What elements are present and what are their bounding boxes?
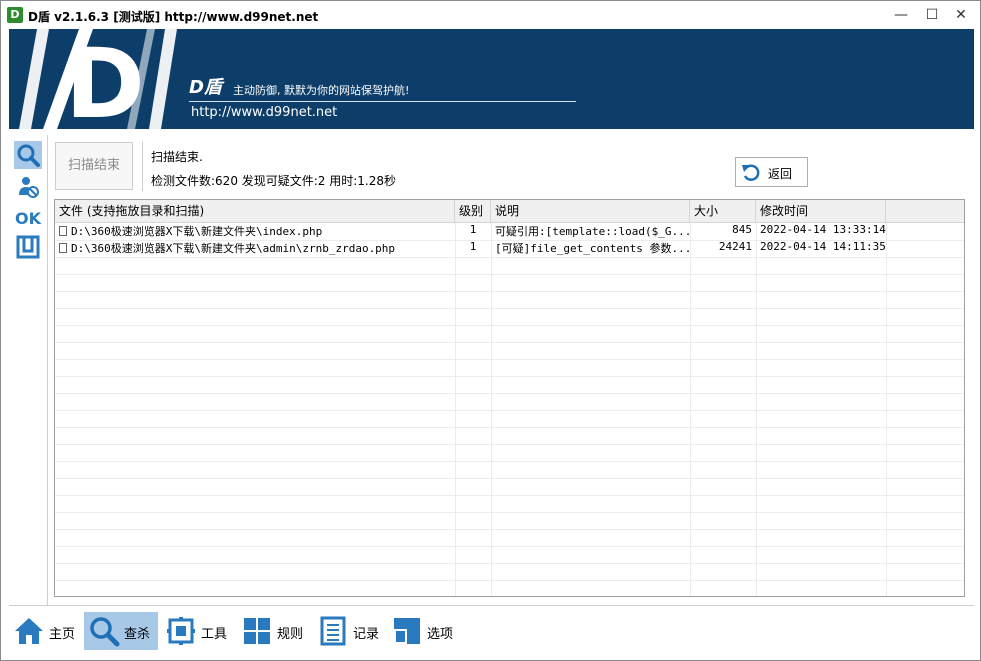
side-scan-button[interactable] [14, 141, 42, 169]
user-shield-icon [19, 177, 39, 198]
empty-table-row [55, 410, 964, 428]
nav-tools-label: 工具 [201, 627, 228, 642]
empty-table-row [55, 274, 964, 292]
empty-table-row [55, 444, 964, 462]
empty-table-row [55, 291, 964, 309]
window-title: D盾 v2.1.6.3 [测试版] http://www.d99net.net [28, 10, 319, 24]
cell-desc: 可疑引用:[template::load($_G... [495, 225, 690, 238]
nav-rules[interactable]: 规则 [237, 612, 307, 650]
close-button[interactable]: ✕ [946, 1, 976, 29]
table-row[interactable]: D:\360极速浏览器X下载\新建文件夹\index.php 1 可疑引用:[t… [55, 223, 964, 241]
table-body: D:\360极速浏览器X下载\新建文件夹\index.php 1 可疑引用:[t… [55, 223, 964, 596]
column-header-level[interactable]: 级别 [455, 200, 491, 222]
nav-options[interactable]: 选项 [387, 612, 459, 650]
cell-size: 845 [732, 223, 752, 236]
results-table[interactable]: 文件 (支持拖放目录和扫描) 级别 说明 大小 修改时间 D:\360极速浏览器… [54, 199, 965, 597]
empty-table-row [55, 359, 964, 377]
title-bar: D D盾 v2.1.6.3 [测试版] http://www.d99net.ne… [1, 1, 980, 29]
header-banner: D D盾 主动防御, 默默为你的网站保驾护航! http://www.d99ne… [9, 29, 974, 129]
cell-mtime: 2022-04-14 13:33:14 [760, 223, 886, 236]
file-icon [59, 243, 67, 253]
empty-table-row [55, 376, 964, 394]
back-button[interactable]: 返回 [735, 157, 808, 187]
window-icon [16, 235, 40, 259]
undo-icon [742, 164, 760, 181]
cell-mtime: 2022-04-14 14:11:35 [760, 240, 886, 253]
side-webshell-button[interactable] [14, 173, 42, 201]
empty-table-row [55, 342, 964, 360]
bottom-divider [9, 605, 974, 606]
side-ok-button[interactable]: OK [14, 203, 42, 231]
column-header-size[interactable]: 大小 [690, 200, 756, 222]
file-path: D:\360极速浏览器X下载\新建文件夹\index.php [71, 225, 323, 238]
nav-options-label: 选项 [427, 627, 454, 642]
empty-table-row [55, 427, 964, 445]
empty-table-row [55, 512, 964, 530]
file-path: D:\360极速浏览器X下载\新建文件夹\admin\zrnb_zrdao.ph… [71, 242, 396, 255]
scan-stats: 检测文件数:620 发现可疑文件:2 用时:1.28秒 [151, 174, 397, 188]
cell-level: 1 [469, 240, 477, 253]
column-header-file[interactable]: 文件 (支持拖放目录和扫描) [55, 200, 455, 222]
empty-table-row [55, 325, 964, 343]
nav-rules-label: 规则 [277, 627, 304, 642]
cell-level: 1 [469, 223, 477, 236]
empty-table-row [55, 580, 964, 596]
table-header: 文件 (支持拖放目录和扫描) 级别 说明 大小 修改时间 [55, 200, 964, 223]
empty-table-row [55, 529, 964, 547]
column-header-desc[interactable]: 说明 [491, 200, 690, 222]
empty-table-row [55, 257, 964, 275]
empty-table-row [55, 495, 964, 513]
search-icon [90, 617, 120, 647]
nav-scan-label: 查杀 [124, 627, 151, 642]
cell-file: D:\360极速浏览器X下载\新建文件夹\admin\zrnb_zrdao.ph… [55, 240, 455, 257]
brand-slogan: 主动防御, 默默为你的网站保驾护航! [233, 84, 410, 97]
nav-scan[interactable]: 查杀 [84, 612, 158, 650]
nav-log[interactable]: 记录 [313, 612, 383, 650]
ok-icon: OK [15, 209, 42, 228]
empty-table-row [55, 563, 964, 581]
app-window: D D盾 v2.1.6.3 [测试版] http://www.d99net.ne… [0, 0, 981, 661]
options-icon [394, 618, 420, 644]
nav-home-label: 主页 [49, 627, 76, 642]
nav-tools[interactable]: 工具 [161, 612, 231, 650]
cell-size: 24241 [718, 240, 752, 253]
back-button-label: 返回 [768, 167, 793, 181]
scan-button[interactable]: 扫描结束 [55, 142, 133, 190]
brand-name: D盾 [189, 77, 222, 98]
minimize-button[interactable]: — [886, 1, 916, 29]
file-icon [59, 226, 67, 236]
side-toolbar: OK [9, 135, 48, 605]
scan-status: 扫描结束. [151, 150, 203, 164]
banner-logo-graphic: D [19, 29, 177, 129]
nav-home[interactable]: 主页 [9, 612, 77, 650]
empty-table-row [55, 461, 964, 479]
side-window-button[interactable] [14, 233, 42, 261]
banner-divider [189, 101, 576, 102]
banner-url[interactable]: http://www.d99net.net [191, 105, 337, 120]
column-header-mtime[interactable]: 修改时间 [756, 200, 886, 222]
grid-icon [244, 618, 270, 644]
log-icon [320, 616, 346, 646]
home-icon [15, 618, 43, 644]
empty-table-row [55, 546, 964, 564]
nav-log-label: 记录 [353, 627, 380, 642]
banner-logo-letter: D [65, 29, 145, 129]
vertical-divider [142, 141, 143, 191]
empty-table-row [55, 393, 964, 411]
app-logo-icon: D [7, 7, 23, 23]
cell-desc: [可疑]file_get_contents 参数... [495, 242, 690, 255]
maximize-button[interactable]: ☐ [917, 1, 947, 29]
tools-icon [167, 617, 195, 645]
empty-table-row [55, 308, 964, 326]
table-row[interactable]: D:\360极速浏览器X下载\新建文件夹\admin\zrnb_zrdao.ph… [55, 240, 964, 258]
svg-text:OK: OK [15, 209, 42, 228]
empty-table-row [55, 478, 964, 496]
cell-file: D:\360极速浏览器X下载\新建文件夹\index.php [55, 223, 455, 240]
search-icon [17, 144, 40, 167]
